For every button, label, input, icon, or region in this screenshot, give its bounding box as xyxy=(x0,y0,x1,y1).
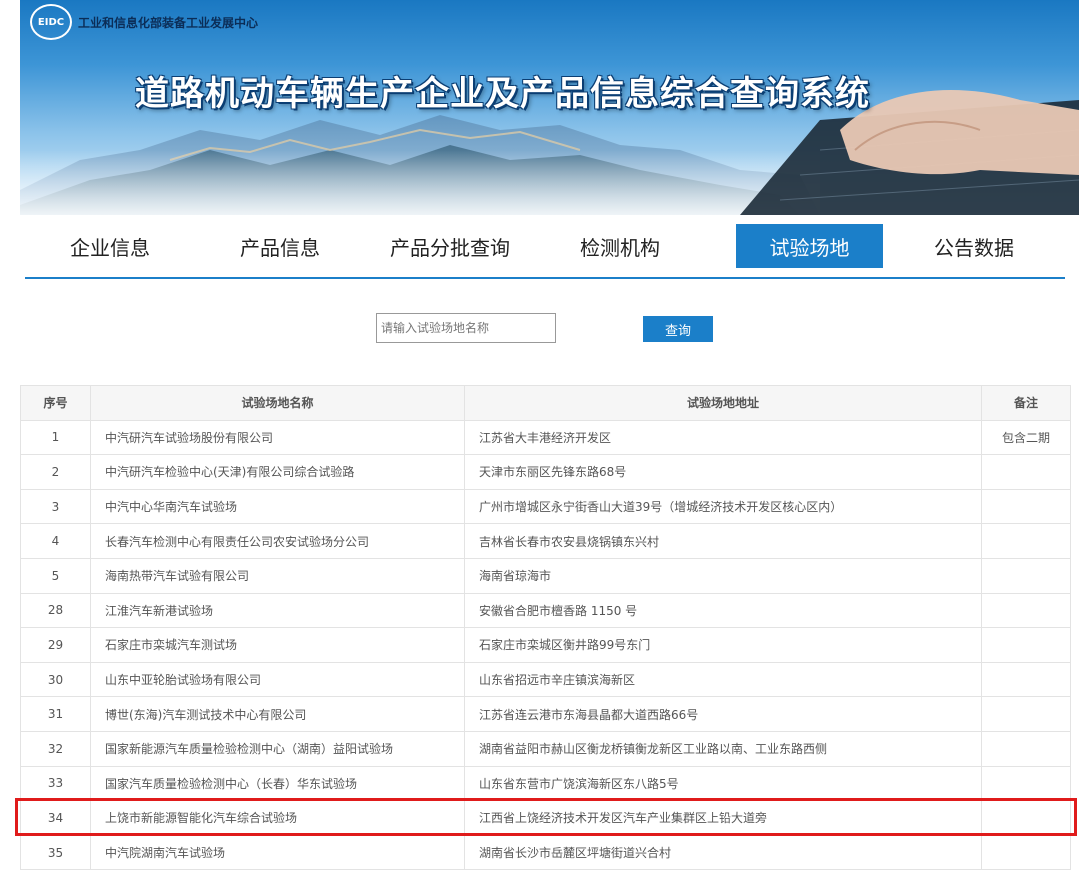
column-header-name: 试验场地名称 xyxy=(90,385,465,421)
nav-item-test-site[interactable]: 试验场地 xyxy=(736,224,883,268)
row-note xyxy=(981,557,1071,594)
row-name: 中汽院湖南汽车试验场 xyxy=(90,834,465,871)
row-name: 中汽研汽车试验场股份有限公司 xyxy=(90,419,465,456)
row-address: 安徽省合肥市檀香路 1150 号 xyxy=(464,592,982,629)
row-note xyxy=(981,627,1071,663)
row-name: 石家庄市栾城汽车测试场 xyxy=(90,627,465,663)
table-row: 35 中汽院湖南汽车试验场 湖南省长沙市岳麓区坪塘街道兴合村 xyxy=(20,834,1071,871)
row-no: 34 xyxy=(20,800,91,836)
row-note xyxy=(981,592,1071,629)
row-address: 吉林省长春市农安县烧锅镇东兴村 xyxy=(464,523,982,559)
row-address: 江西省上饶经济技术开发区汽车产业集群区上铅大道旁 xyxy=(464,800,982,836)
table-row: 2 中汽研汽车检验中心(天津)有限公司综合试验路 天津市东丽区先锋东路68号 xyxy=(20,454,1071,490)
table-row: 3 中汽中心华南汽车试验场 广州市增城区永宁街香山大道39号（增城经济技术开发区核心… xyxy=(20,488,1071,525)
row-address: 广州市增城区永宁街香山大道39号（增城经济技术开发区核心区内） xyxy=(464,488,982,525)
logo: EIDC 工业和信息化部装备工业发展中心 xyxy=(30,4,258,40)
row-no: 32 xyxy=(20,730,91,767)
row-no: 29 xyxy=(20,627,91,663)
row-address: 山东省东营市广饶滨海新区东八路5号 xyxy=(464,765,982,802)
row-note xyxy=(981,661,1071,698)
row-no: 2 xyxy=(20,454,91,490)
column-header-note: 备注 xyxy=(981,385,1071,421)
row-address: 海南省琼海市 xyxy=(464,557,982,594)
row-address: 湖南省益阳市赫山区衡龙桥镇衡龙新区工业路以南、工业东路西侧 xyxy=(464,730,982,767)
header-banner: EIDC 工业和信息化部装备工业发展中心 道路机动车辆生产企业及产品信息综合查询… xyxy=(20,0,1079,215)
table-row: 31 博世(东海)汽车测试技术中心有限公司 江苏省连云港市东海县晶都大道西路66号 xyxy=(20,696,1071,732)
row-no: 31 xyxy=(20,696,91,732)
row-note xyxy=(981,454,1071,490)
row-note xyxy=(981,696,1071,732)
eidc-logo-icon: EIDC xyxy=(30,4,72,40)
table-row: 5 海南热带汽车试验有限公司 海南省琼海市 xyxy=(20,557,1071,594)
row-note: 包含二期 xyxy=(981,419,1071,456)
table-row: 28 江淮汽车新港试验场 安徽省合肥市檀香路 1150 号 xyxy=(20,592,1071,629)
table-header-row: 序号 试验场地名称 试验场地地址 备注 xyxy=(20,385,1071,421)
test-site-table: 序号 试验场地名称 试验场地地址 备注 1 中汽研汽车试验场股份有限公司 江苏省大丰… xyxy=(20,385,1071,871)
table-row: 33 国家汽车质量检验检测中心（长春）华东试验场 山东省东营市广饶滨海新区东八路5号 xyxy=(20,765,1071,802)
row-note xyxy=(981,730,1071,767)
row-no: 3 xyxy=(20,488,91,525)
row-address: 江苏省大丰港经济开发区 xyxy=(464,419,982,456)
row-name: 国家汽车质量检验检测中心（长春）华东试验场 xyxy=(90,765,465,802)
row-address: 石家庄市栾城区衡井路99号东门 xyxy=(464,627,982,663)
org-name: 工业和信息化部装备工业发展中心 xyxy=(78,15,259,30)
logo-text: EIDC xyxy=(37,16,65,28)
row-name: 中汽中心华南汽车试验场 xyxy=(90,488,465,525)
nav-item-product-batch-query[interactable]: 产品分批查询 xyxy=(365,224,535,268)
row-note xyxy=(981,834,1071,871)
row-name: 上饶市新能源智能化汽车综合试验场 xyxy=(90,800,465,836)
nav-item-product-info[interactable]: 产品信息 xyxy=(195,224,365,268)
row-address: 湖南省长沙市岳麓区坪塘街道兴合村 xyxy=(464,834,982,871)
main-nav: 企业信息 产品信息 产品分批查询 检测机构 试验场地 公告数据 xyxy=(25,224,1065,270)
test-site-search-input[interactable] xyxy=(376,313,556,343)
row-note xyxy=(981,488,1071,525)
table-row: 1 中汽研汽车试验场股份有限公司 江苏省大丰港经济开发区 包含二期 xyxy=(20,419,1071,456)
row-no: 30 xyxy=(20,661,91,698)
table-row: 4 长春汽车检测中心有限责任公司农安试验场分公司 吉林省长春市农安县烧锅镇东兴村 xyxy=(20,523,1071,559)
row-name: 博世(东海)汽车测试技术中心有限公司 xyxy=(90,696,465,732)
row-note xyxy=(981,765,1071,802)
row-no: 35 xyxy=(20,834,91,871)
row-address: 江苏省连云港市东海县晶都大道西路66号 xyxy=(464,696,982,732)
row-name: 国家新能源汽车质量检验检测中心（湖南）益阳试验场 xyxy=(90,730,465,767)
row-address: 天津市东丽区先锋东路68号 xyxy=(464,454,982,490)
table-row: 29 石家庄市栾城汽车测试场 石家庄市栾城区衡井路99号东门 xyxy=(20,627,1071,663)
row-no: 28 xyxy=(20,592,91,629)
table-row: 30 山东中亚轮胎试验场有限公司 山东省招远市辛庄镇滨海新区 xyxy=(20,661,1071,698)
nav-underline xyxy=(25,277,1065,279)
nav-item-announcement-data[interactable]: 公告数据 xyxy=(883,224,1065,268)
row-name: 山东中亚轮胎试验场有限公司 xyxy=(90,661,465,698)
row-name: 海南热带汽车试验有限公司 xyxy=(90,557,465,594)
row-name: 中汽研汽车检验中心(天津)有限公司综合试验路 xyxy=(90,454,465,490)
row-note xyxy=(981,523,1071,559)
row-no: 1 xyxy=(20,419,91,456)
column-header-no: 序号 xyxy=(20,385,91,421)
row-note xyxy=(981,800,1071,836)
row-no: 33 xyxy=(20,765,91,802)
row-address: 山东省招远市辛庄镇滨海新区 xyxy=(464,661,982,698)
row-no: 5 xyxy=(20,557,91,594)
table-row: 32 国家新能源汽车质量检验检测中心（湖南）益阳试验场 湖南省益阳市赫山区衡龙桥镇衡… xyxy=(20,730,1071,767)
nav-item-enterprise-info[interactable]: 企业信息 xyxy=(25,224,195,268)
table-row-highlighted: 34 上饶市新能源智能化汽车综合试验场 江西省上饶经济技术开发区汽车产业集群区上铅大… xyxy=(20,800,1071,836)
search-button[interactable]: 查询 xyxy=(643,316,713,342)
nav-item-testing-agency[interactable]: 检测机构 xyxy=(535,224,705,268)
row-name: 长春汽车检测中心有限责任公司农安试验场分公司 xyxy=(90,523,465,559)
row-no: 4 xyxy=(20,523,91,559)
row-name: 江淮汽车新港试验场 xyxy=(90,592,465,629)
system-title: 道路机动车辆生产企业及产品信息综合查询系统 xyxy=(135,74,870,114)
column-header-address: 试验场地地址 xyxy=(464,385,982,421)
